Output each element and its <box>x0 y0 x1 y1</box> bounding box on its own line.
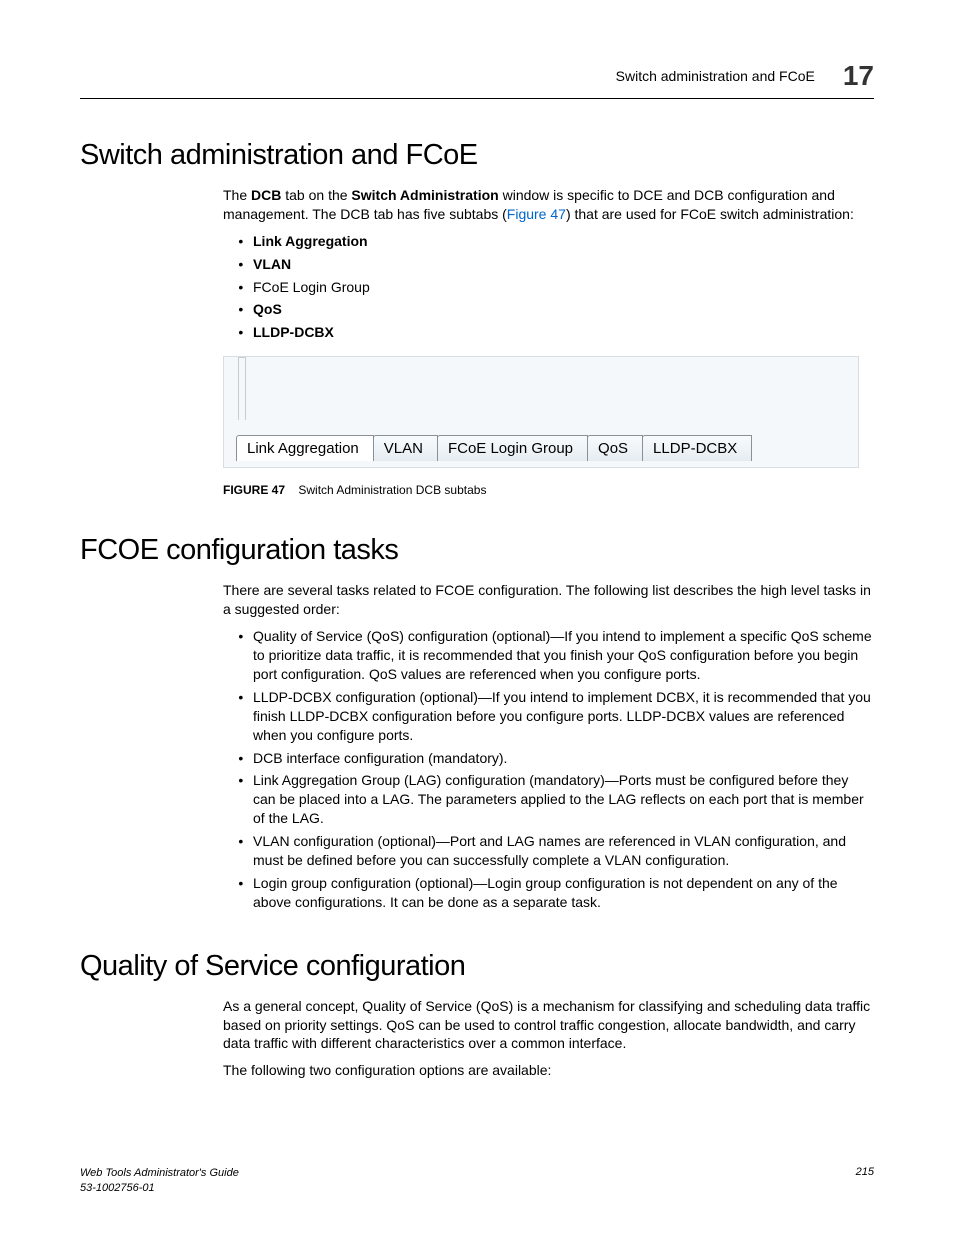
running-header: Switch administration and FCoE 17 <box>616 60 874 92</box>
list-item: FCoE Login Group <box>251 278 873 297</box>
section2-bullet-list: Quality of Service (QoS) configuration (… <box>223 627 873 911</box>
footer-guide-title: Web Tools Administrator's Guide <box>80 1167 239 1179</box>
figure-47-image: Link AggregationVLANFCoE Login GroupQoSL… <box>223 356 859 468</box>
figure-tab: VLAN <box>373 435 438 461</box>
list-item: LLDP-DCBX <box>251 323 873 342</box>
list-item: QoS <box>251 300 873 319</box>
figure-tab: LLDP-DCBX <box>642 435 752 461</box>
footer-page-number: 215 <box>856 1166 874 1195</box>
section-heading-switch-admin: Switch administration and FCoE <box>80 139 874 172</box>
figure-47-caption: FIGURE 47 Switch Administration DCB subt… <box>223 482 873 498</box>
figure-47: Link AggregationVLANFCoE Login GroupQoSL… <box>223 356 873 498</box>
section1-bullet-list: Link Aggregation VLAN FCoE Login Group QoS L… <box>223 232 873 342</box>
section-heading-fcoe-tasks: FCOE configuration tasks <box>80 534 874 567</box>
list-item: DCB interface configuration (mandatory). <box>251 749 873 768</box>
section1-intro: The DCB tab on the Switch Administration… <box>223 186 873 224</box>
figure-tab: QoS <box>587 435 643 461</box>
figure-pane-divider <box>238 357 246 420</box>
figure-tab: Link Aggregation <box>236 435 374 461</box>
figure-tab-row: Link AggregationVLANFCoE Login GroupQoSL… <box>236 431 752 461</box>
figure-47-link[interactable]: Figure 47 <box>507 206 566 222</box>
list-item: Login group configuration (optional)—Log… <box>251 874 873 912</box>
list-item: Link Aggregation <box>251 232 873 251</box>
running-header-title: Switch administration and FCoE <box>616 68 815 84</box>
list-item: Link Aggregation Group (LAG) configurati… <box>251 771 873 828</box>
list-item: VLAN <box>251 255 873 274</box>
section3-p1: As a general concept, Quality of Service… <box>223 997 873 1054</box>
list-item: LLDP-DCBX configuration (optional)—If yo… <box>251 688 873 745</box>
footer-doc-number: 53-1002756-01 <box>80 1182 155 1194</box>
list-item: Quality of Service (QoS) configuration (… <box>251 627 873 684</box>
section-heading-qos: Quality of Service configuration <box>80 950 874 983</box>
list-item: VLAN configuration (optional)—Port and L… <box>251 832 873 870</box>
section2-intro: There are several tasks related to FCOE … <box>223 581 873 619</box>
section3-p2: The following two configuration options … <box>223 1061 873 1080</box>
figure-tab: FCoE Login Group <box>437 435 588 461</box>
chapter-number: 17 <box>843 60 874 92</box>
page-footer: Web Tools Administrator's Guide 53-10027… <box>80 1166 874 1195</box>
